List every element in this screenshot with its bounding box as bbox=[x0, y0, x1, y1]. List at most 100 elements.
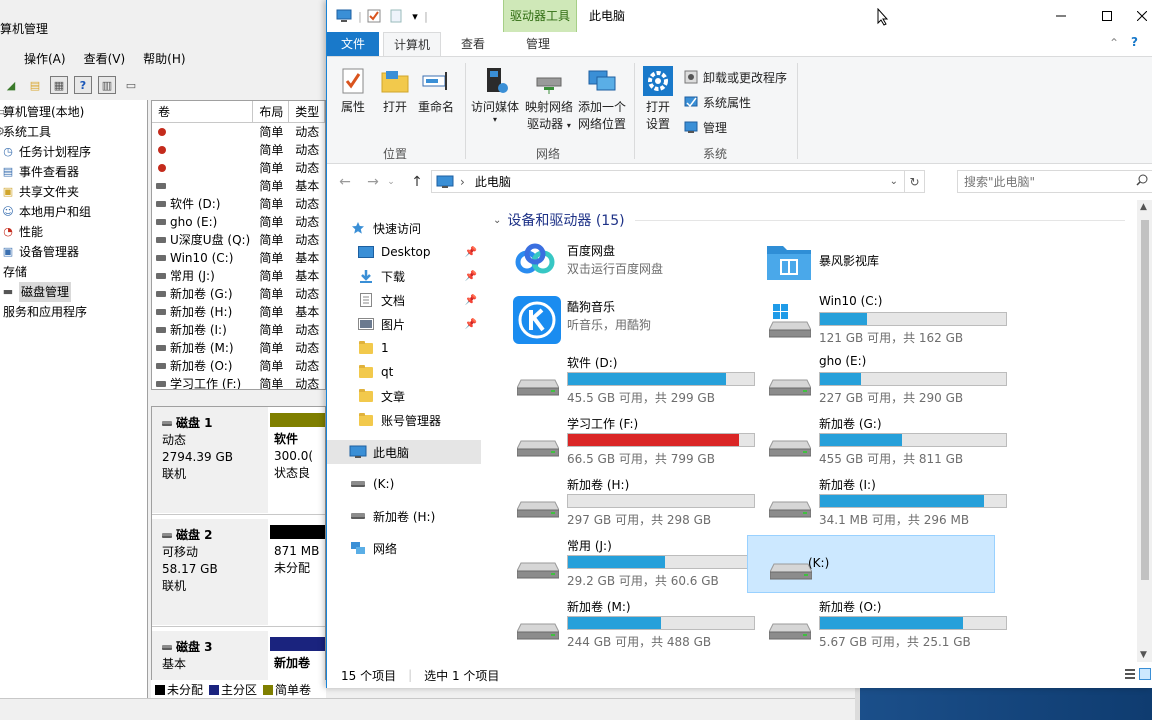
nav-item[interactable]: 文章 bbox=[327, 384, 483, 408]
rename-button[interactable]: 重命名 bbox=[415, 65, 457, 116]
app-tile[interactable]: 暴风影视库 bbox=[747, 236, 987, 290]
volume-row[interactable]: 软件 (D:) 简单 动态 bbox=[152, 195, 325, 213]
forward-button[interactable]: → bbox=[363, 173, 383, 191]
volume-row[interactable]: 简单 动态 bbox=[152, 141, 325, 159]
collapse-ribbon-icon[interactable]: ⌃ bbox=[1109, 36, 1119, 50]
volume-row[interactable]: 简单 动态 bbox=[152, 159, 325, 177]
tab-view[interactable]: 查看 bbox=[445, 32, 501, 56]
tree-item[interactable]: ☺ 本地用户和组 bbox=[0, 202, 147, 222]
search-box[interactable] bbox=[957, 170, 1152, 193]
tree-item[interactable]: ◷ 任务计划程序 bbox=[0, 142, 147, 162]
tree-item[interactable]: ▣ 设备管理器 bbox=[0, 242, 147, 262]
up-button[interactable]: ↑ bbox=[407, 173, 427, 191]
app-tile[interactable]: 酷狗音乐 听音乐，用酷狗 bbox=[495, 292, 735, 346]
volume-row[interactable]: 新加卷 (G:) 简单 动态 bbox=[152, 285, 325, 303]
refresh-icon[interactable]: ↻ bbox=[904, 171, 924, 192]
access-media-button[interactable]: 访问媒体 ▾ bbox=[469, 65, 521, 124]
volume-row[interactable]: U深度U盘 (Q:) 简单 动态 bbox=[152, 231, 325, 249]
properties-quick-icon[interactable] bbox=[365, 7, 383, 25]
breadcrumb-chevron-icon[interactable]: › bbox=[460, 175, 465, 189]
tree-item[interactable]: ◔ 性能 bbox=[0, 222, 147, 242]
scroll-down-icon[interactable]: ▼ bbox=[1140, 650, 1147, 660]
disk-partition[interactable]: 软件 300.0(状态良 bbox=[270, 407, 325, 513]
close-button[interactable] bbox=[1130, 0, 1152, 32]
group-collapse-icon[interactable]: ⌄ bbox=[493, 215, 501, 226]
up-icon[interactable]: ◢ bbox=[2, 76, 20, 94]
nav-item[interactable]: (K:) bbox=[327, 472, 483, 496]
manage-button[interactable]: 管理 bbox=[683, 117, 727, 137]
this-pc-small-icon[interactable] bbox=[335, 7, 353, 25]
cm-menu-action[interactable]: 操作(A) bbox=[22, 50, 68, 70]
nav-item[interactable]: qt bbox=[327, 360, 483, 384]
recent-locations-icon[interactable]: ⌄ bbox=[385, 173, 397, 191]
pin-icon[interactable]: 📌 bbox=[465, 295, 477, 306]
drive-tile[interactable]: 学习工作 (F:) 66.5 GB 可用，共 799 GB bbox=[495, 413, 755, 471]
col-volume[interactable]: 卷 bbox=[152, 101, 254, 122]
col-layout[interactable]: 布局 bbox=[253, 101, 290, 122]
search-input[interactable] bbox=[964, 174, 1124, 189]
large-icons-view-icon[interactable] bbox=[1139, 668, 1151, 683]
volume-row[interactable]: 学习工作 (F:) 简单 动态 bbox=[152, 375, 325, 389]
drive-tile[interactable]: 常用 (J:) 29.2 GB 可用，共 60.6 GB bbox=[495, 535, 755, 593]
drive-tile[interactable]: 新加卷 (G:) 455 GB 可用，共 811 GB bbox=[747, 413, 1007, 471]
properties-button[interactable]: 属性 bbox=[335, 65, 371, 116]
open-settings-button[interactable]: 打开 设置 bbox=[639, 65, 677, 133]
address-dropdown-icon[interactable]: ⌄ bbox=[890, 176, 898, 187]
scroll-up-icon[interactable]: ▲ bbox=[1140, 202, 1147, 212]
properties-icon[interactable]: ▭ bbox=[122, 76, 140, 94]
scrollbar-thumb[interactable] bbox=[1141, 220, 1149, 580]
nav-item[interactable]: 下载 📌 bbox=[327, 264, 483, 288]
cm-menu-help[interactable]: 帮助(H) bbox=[141, 50, 187, 70]
minimize-button[interactable] bbox=[1038, 0, 1084, 32]
app-tile[interactable]: 百度网盘 双击运行百度网盘 bbox=[495, 236, 735, 290]
nav-item[interactable]: Desktop 📌 bbox=[327, 240, 483, 264]
tab-computer[interactable]: 计算机 bbox=[383, 32, 441, 56]
drive-tile[interactable]: 新加卷 (M:) 244 GB 可用，共 488 GB bbox=[495, 596, 755, 654]
drive-tile[interactable]: gho (E:) 227 GB 可用，共 290 GB bbox=[747, 352, 1007, 410]
drive-tile[interactable]: 新加卷 (I:) 34.1 MB 可用，共 296 MB bbox=[747, 474, 1007, 532]
search-icon[interactable] bbox=[1136, 174, 1148, 189]
tab-file[interactable]: 文件 bbox=[327, 32, 379, 56]
volume-row[interactable]: 新加卷 (O:) 简单 动态 bbox=[152, 357, 325, 375]
nav-item[interactable]: 账号管理器 bbox=[327, 408, 483, 432]
add-network-location-button[interactable]: 添加一个 网络位置 bbox=[577, 65, 627, 133]
volume-row[interactable]: 简单 动态 bbox=[152, 123, 325, 141]
volume-row[interactable]: 常用 (J:) 简单 基本 bbox=[152, 267, 325, 285]
volume-row[interactable]: 简单 基本 bbox=[152, 177, 325, 195]
pin-icon[interactable]: 📌 bbox=[465, 319, 477, 330]
tree-item[interactable]: ⚙系统工具 bbox=[0, 122, 147, 142]
cm-menu-file[interactable] bbox=[0, 50, 8, 70]
tree-item[interactable]: ▤ 事件查看器 bbox=[0, 162, 147, 182]
vertical-scrollbar[interactable]: ▲ ▼ bbox=[1137, 200, 1152, 662]
disk-row[interactable]: 磁盘 1 动态 2794.39 GB 联机 软件 300.0(状态良 bbox=[152, 407, 325, 515]
help-icon[interactable]: ? bbox=[1131, 35, 1138, 49]
nav-item[interactable]: 快速访问 bbox=[327, 216, 483, 240]
disk-partition[interactable]: 871 MB 未分配 bbox=[270, 519, 325, 625]
customize-quick-access-icon[interactable]: ▾ bbox=[409, 7, 421, 25]
folder-up-icon[interactable]: ▤ bbox=[26, 76, 44, 94]
open-button[interactable]: 打开 bbox=[377, 65, 413, 116]
nav-item[interactable]: 新加卷 (H:) bbox=[327, 504, 483, 528]
drive-tile[interactable]: (K:) bbox=[747, 535, 995, 593]
tree-item[interactable]: 存储 bbox=[0, 262, 147, 282]
details-view-icon[interactable] bbox=[1125, 668, 1135, 683]
drive-tile[interactable]: Win10 (C:) 121 GB 可用，共 162 GB bbox=[747, 292, 1007, 350]
nav-item[interactable]: 网络 bbox=[327, 536, 483, 560]
maximize-button[interactable] bbox=[1084, 0, 1130, 32]
volume-row[interactable]: gho (E:) 简单 动态 bbox=[152, 213, 325, 231]
volume-row[interactable]: 新加卷 (I:) 简单 动态 bbox=[152, 321, 325, 339]
group-header[interactable]: ⌄ 设备和驱动器 (15) bbox=[493, 210, 625, 230]
show-hide-icon[interactable]: ▥ bbox=[98, 76, 116, 94]
pin-icon[interactable]: 📌 bbox=[465, 247, 477, 258]
nav-item[interactable]: 此电脑 bbox=[327, 440, 481, 464]
drive-tile[interactable]: 新加卷 (H:) 297 GB 可用，共 298 GB bbox=[495, 474, 755, 532]
map-network-drive-button[interactable]: 映射网络 驱动器 ▾ bbox=[523, 65, 575, 134]
tree-item[interactable]: ▬ 磁盘管理 bbox=[0, 282, 147, 302]
tree-item[interactable]: ▣ 共享文件夹 bbox=[0, 182, 147, 202]
back-button[interactable]: ← bbox=[335, 173, 355, 191]
system-properties-button[interactable]: 系统属性 bbox=[683, 92, 751, 112]
nav-item[interactable]: 文档 📌 bbox=[327, 288, 483, 312]
volume-row[interactable]: 新加卷 (H:) 简单 基本 bbox=[152, 303, 325, 321]
new-folder-quick-icon[interactable] bbox=[387, 7, 405, 25]
drive-tile[interactable]: 软件 (D:) 45.5 GB 可用，共 299 GB bbox=[495, 352, 755, 410]
